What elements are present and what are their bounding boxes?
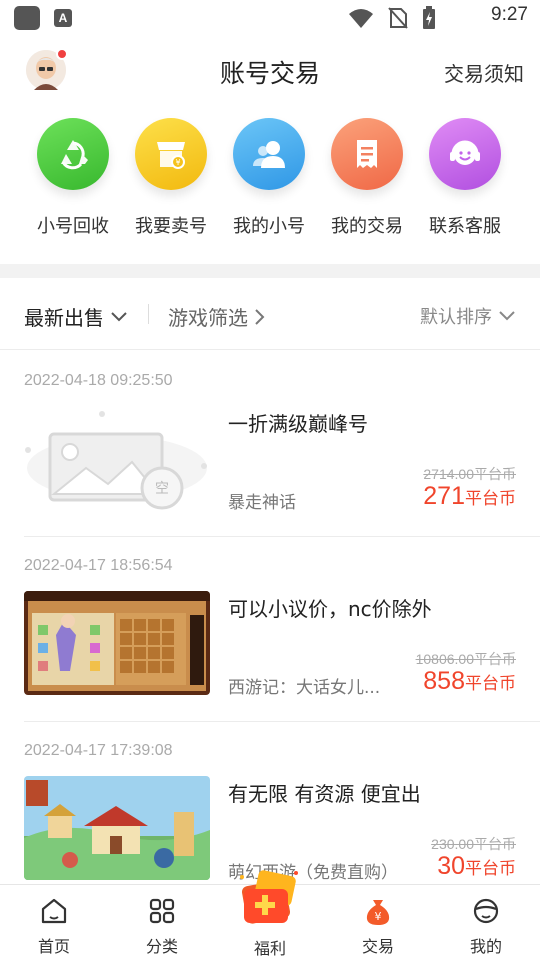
quick-entry-sell[interactable]: ¥ 我要卖号 xyxy=(121,118,221,238)
chevron-right-icon xyxy=(255,308,265,325)
sort-dropdown[interactable]: 默认排序 xyxy=(420,303,516,329)
listing-original-price: 2714.00平台币 xyxy=(423,466,516,482)
latest-sale-label: 最新出售 xyxy=(24,306,104,330)
quick-entry-label: 我要卖号 xyxy=(135,216,207,237)
listing-title: 有无限 有资源 便宜出 xyxy=(228,782,421,806)
tab-welfare[interactable]: 福利 xyxy=(216,870,324,960)
gift-icon xyxy=(240,870,298,924)
tab-label: 我的 xyxy=(469,937,502,956)
status-icons xyxy=(348,6,436,30)
listing-game-name: 西游记：大话女儿... xyxy=(228,678,381,698)
tab-label: 福利 xyxy=(253,939,286,958)
tab-label: 交易 xyxy=(361,937,394,956)
tab-label: 分类 xyxy=(145,937,178,956)
empty-badge: 空 xyxy=(155,481,169,497)
latest-sale-dropdown[interactable]: 最新出售 xyxy=(24,302,128,331)
tab-home[interactable]: 首页 xyxy=(0,885,108,960)
tab-label: 首页 xyxy=(37,937,70,956)
listing-price-value: 858 xyxy=(423,667,465,695)
listing-price: 30平台币 xyxy=(437,852,516,881)
tab-trade[interactable]: ¥ 交易 xyxy=(324,885,432,960)
quick-entries: 小号回收 ¥ 我要卖号 我的小号 我的交易 联系客服 xyxy=(0,118,540,258)
trade-notice-link[interactable]: 交易须知 xyxy=(444,58,524,87)
listing-title: 可以小议价，nc价除外 xyxy=(228,597,432,621)
quick-entry-label: 我的小号 xyxy=(233,216,305,237)
quick-entry-recycle[interactable]: 小号回收 xyxy=(23,118,123,238)
game-screenshot-icon xyxy=(24,591,210,695)
listing-original-price: 10806.00平台币 xyxy=(415,651,516,667)
quick-entry-label: 联系客服 xyxy=(429,216,501,237)
listing-date: 2022-04-17 18:56:54 xyxy=(24,557,173,574)
listing-date: 2022-04-18 09:25:50 xyxy=(24,372,173,389)
listing-price: 858平台币 xyxy=(423,667,516,696)
no-sim-icon xyxy=(388,7,408,29)
wifi-icon xyxy=(349,9,373,28)
clock: 9:27 xyxy=(491,4,528,25)
shop-icon: ¥ xyxy=(135,118,207,190)
svg-text:¥: ¥ xyxy=(175,158,180,167)
recycle-icon xyxy=(37,118,109,190)
chevron-down-icon xyxy=(499,311,515,321)
listing-game-name: 暴走神话 xyxy=(228,493,296,513)
battery-icon xyxy=(423,6,435,29)
filter-separator xyxy=(148,304,149,324)
bottom-tab-bar: 首页 分类 福利 ¥ 交易 我的 xyxy=(0,870,540,960)
listing-thumbnail-empty: 空 xyxy=(24,406,210,510)
header: 账号交易 交易须知 xyxy=(0,36,540,106)
listing-price-unit: 平台币 xyxy=(465,859,516,879)
quick-entry-my-trades[interactable]: 我的交易 xyxy=(317,118,417,238)
listing-price-value: 271 xyxy=(423,482,465,510)
listing-card[interactable]: 2022-04-17 18:56:54 可以小议价，nc价除外 西游记：大话女儿… xyxy=(0,537,540,722)
listing-price-unit: 平台币 xyxy=(465,489,516,509)
tab-category[interactable]: 分类 xyxy=(108,885,216,960)
game-screenshot-icon xyxy=(24,776,210,880)
listing-thumbnail xyxy=(24,776,210,880)
profile-icon xyxy=(473,898,499,924)
quick-entry-support[interactable]: 联系客服 xyxy=(415,118,515,238)
game-filter-button[interactable]: 游戏筛选 xyxy=(168,302,266,331)
listing-card[interactable]: 2022-04-18 09:25:50 空 一折满级巅峰号 暴走神话 2714.… xyxy=(0,352,540,537)
quick-entry-label: 小号回收 xyxy=(37,216,109,237)
listing-date: 2022-04-17 17:39:08 xyxy=(24,742,173,759)
listing-original-price: 230.00平台币 xyxy=(431,836,516,852)
home-icon xyxy=(41,898,67,924)
filter-bar: 最新出售 游戏筛选 默认排序 xyxy=(0,278,540,350)
support-icon xyxy=(429,118,501,190)
users-icon xyxy=(233,118,305,190)
listing-price-unit: 平台币 xyxy=(465,674,516,694)
chevron-down-icon xyxy=(111,311,127,321)
app-notification-icon xyxy=(14,6,40,30)
receipt-icon xyxy=(331,118,403,190)
listing-thumbnail xyxy=(24,591,210,695)
game-filter-label: 游戏筛选 xyxy=(168,306,248,330)
svg-text:¥: ¥ xyxy=(375,910,382,923)
quick-entry-label: 我的交易 xyxy=(331,216,403,237)
money-bag-icon: ¥ xyxy=(366,900,390,925)
category-icon xyxy=(149,898,175,924)
empty-image-icon xyxy=(24,406,210,510)
listing-price: 271平台币 xyxy=(423,482,516,511)
sort-label: 默认排序 xyxy=(420,307,492,328)
notification-badge: A xyxy=(54,9,72,27)
section-divider xyxy=(0,264,540,278)
tab-mine[interactable]: 我的 xyxy=(432,885,540,960)
listing-price-value: 30 xyxy=(437,852,465,880)
quick-entry-my-accounts[interactable]: 我的小号 xyxy=(219,118,319,238)
listing-title: 一折满级巅峰号 xyxy=(228,412,368,436)
status-bar: A 9:27 xyxy=(0,0,540,36)
